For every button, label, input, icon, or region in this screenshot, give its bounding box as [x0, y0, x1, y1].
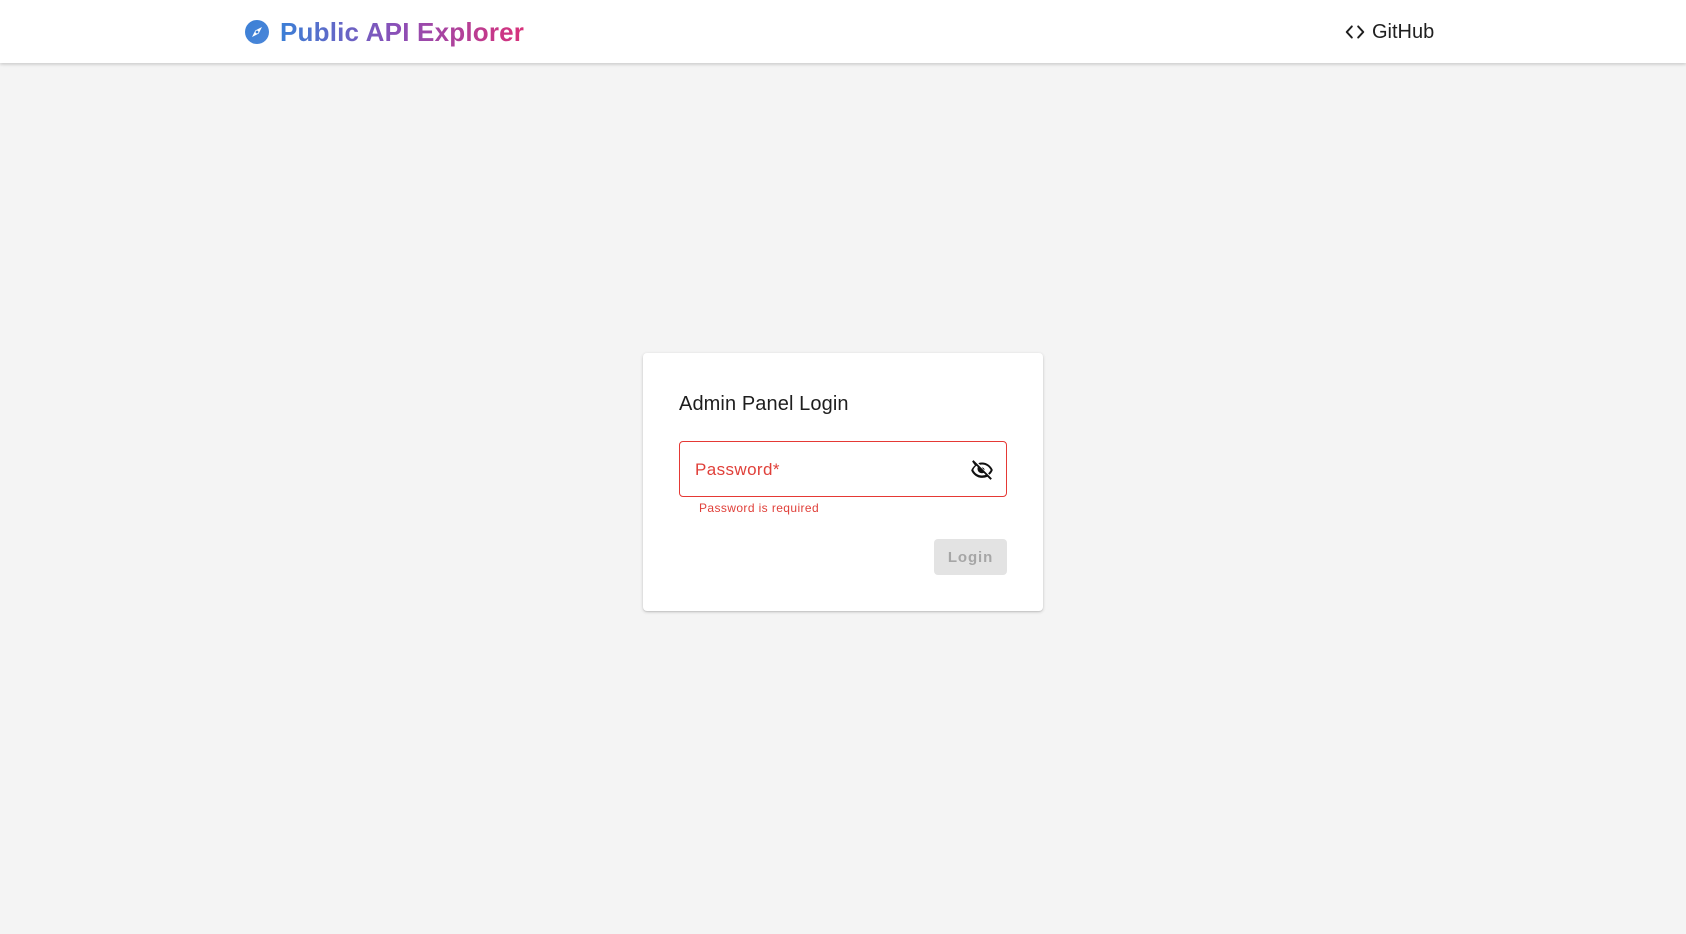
password-field[interactable]: Password*: [679, 441, 1007, 497]
login-title: Admin Panel Login: [679, 393, 849, 415]
eye-off-icon: [971, 460, 993, 480]
password-input[interactable]: [694, 452, 958, 490]
top-app-bar: Public API Explorer GitHub: [0, 0, 1686, 63]
password-error-text: Password is required: [699, 501, 820, 515]
brand-title: Public API Explorer: [280, 16, 525, 47]
login-button[interactable]: Login: [934, 539, 1007, 575]
login-card: Admin Panel Login Password* Password is …: [643, 353, 1043, 611]
brand-link[interactable]: Public API Explorer: [244, 14, 524, 50]
github-label: GitHub: [1372, 20, 1435, 43]
compass-icon: [244, 19, 270, 45]
toggle-password-visibility-button[interactable]: [968, 456, 996, 484]
code-icon: [1344, 21, 1366, 43]
github-link[interactable]: GitHub: [1344, 16, 1434, 48]
